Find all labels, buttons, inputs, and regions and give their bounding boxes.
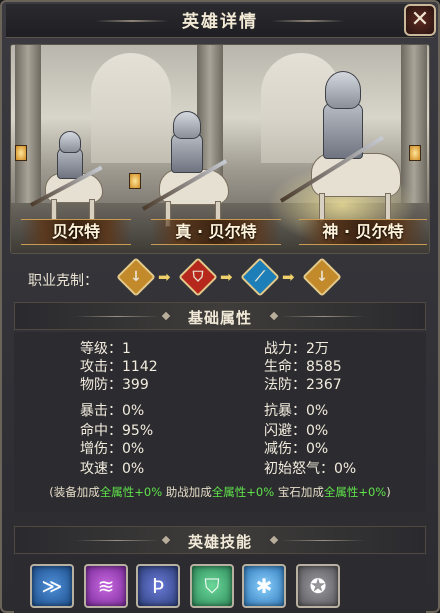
shield-class-icon[interactable]: ⛉ — [178, 257, 218, 297]
slash-skill-icon[interactable]: ≋ — [84, 564, 128, 608]
stat-initial-rage: 初始怒气：0% — [264, 461, 357, 477]
hero-showcase: 贝尔特 真 · 贝尔特 神 · 贝尔特 — [10, 44, 430, 254]
lance-class-icon[interactable]: ↓ — [116, 257, 156, 297]
ice-skill-icon[interactable]: ✱ — [242, 564, 286, 608]
hero-name: 神 · 贝尔特 — [322, 222, 404, 241]
hero-name: 贝尔特 — [51, 222, 100, 241]
stat-damage-reduction: 减伤：0% — [264, 441, 329, 457]
stat-damage-boost: 增伤：0% — [80, 441, 145, 457]
wall-lamp — [15, 145, 27, 161]
stat-physical-defense: 物防：399 — [80, 377, 149, 393]
stat-crit-resist: 抗暴：0% — [264, 403, 329, 419]
arrow-right-icon: ➡ — [220, 268, 233, 286]
base-stats-header: 基础属性 — [14, 302, 426, 330]
class-counter-row: 职业克制： ↓ ➡ ⛉ ➡ ⟋ ➡ ↓ — [14, 257, 426, 297]
pentagram-skill-icon[interactable]: ✪ — [296, 564, 340, 608]
lance-class-icon[interactable]: ↓ — [302, 257, 342, 297]
skills-title: 英雄技能 — [187, 533, 252, 551]
hero-name-banner: 贝尔特 — [21, 219, 131, 245]
charge-skill-icon[interactable]: ≫ — [30, 564, 74, 608]
attribute-bonus-summary: (装备加成全属性+0% 助战加成全属性+0% 宝石加成全属性+0%) — [49, 485, 391, 499]
page-title: 英雄详情 — [182, 12, 258, 32]
close-button[interactable]: ✕ — [404, 4, 436, 36]
stat-hit: 命中：95% — [80, 423, 154, 439]
stat-dodge: 闪避：0% — [264, 423, 329, 439]
base-stats-panel: 等级：1 攻击：1142 物防：399 暴击：0% 命中：95% 增伤：0% 攻… — [14, 332, 426, 512]
stat-attack: 攻击：1142 — [80, 359, 158, 375]
stat-hp: 生命：8585 — [264, 359, 342, 375]
close-icon: ✕ — [410, 7, 430, 32]
rune-skill-icon[interactable]: Ϸ — [136, 564, 180, 608]
stat-power: 战力：2万 — [264, 341, 329, 357]
class-counter-label: 职业克制： — [28, 273, 98, 289]
hero-name-banner: 神 · 贝尔特 — [299, 219, 427, 245]
shield-skill-icon[interactable]: ⛉ — [190, 564, 234, 608]
base-stats-title: 基础属性 — [187, 309, 252, 327]
stat-level: 等级：1 — [80, 341, 131, 357]
hero-name-banner: 真 · 贝尔特 — [151, 219, 281, 245]
arrow-right-icon: ➡ — [282, 268, 295, 286]
skills-header: 英雄技能 — [14, 526, 426, 554]
stat-crit: 暴击：0% — [80, 403, 145, 419]
staff-class-icon[interactable]: ⟋ — [240, 257, 280, 297]
stat-attack-speed: 攻速：0% — [80, 461, 145, 477]
arrow-right-icon: ➡ — [158, 268, 171, 286]
wall-lamp — [129, 173, 141, 189]
stat-magic-defense: 法防：2367 — [264, 377, 342, 393]
skills-panel: ≫ ≋ Ϸ ⛉ ✱ ✪ — [14, 556, 426, 613]
background-window — [91, 53, 171, 163]
wall-lamp — [409, 145, 421, 161]
hero-name: 真 · 贝尔特 — [175, 222, 257, 241]
